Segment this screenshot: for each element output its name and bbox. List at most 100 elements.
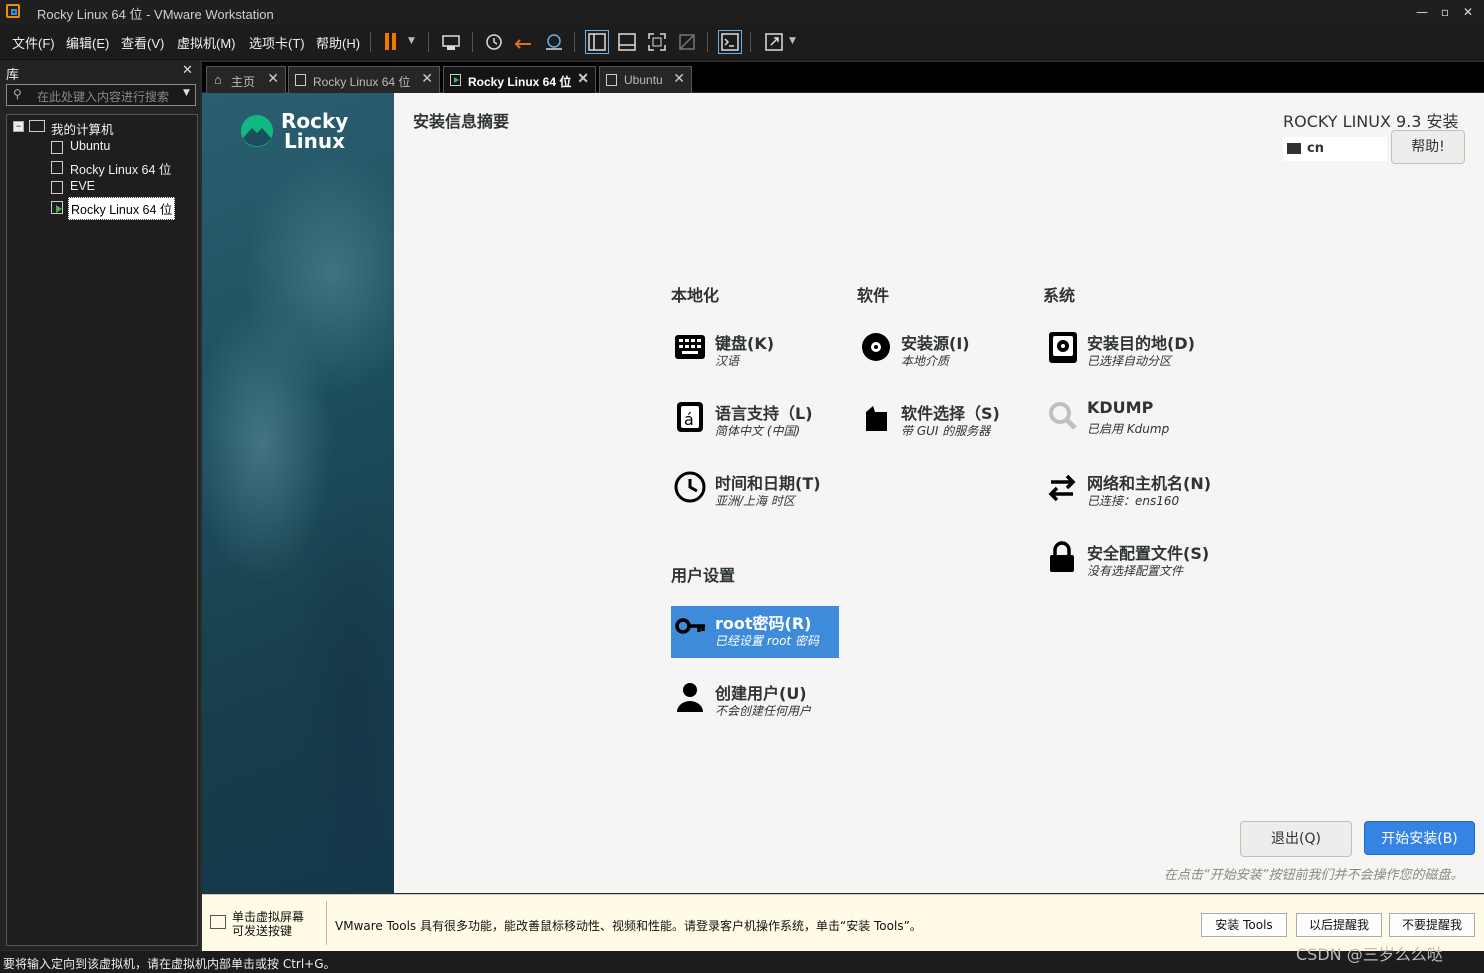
vmware-tools-bar: 单击虚拟屏幕 可发送按键 VMware Tools 具有很多功能，能改善鼠标移动… [202,894,1484,951]
unity-icon[interactable] [675,30,699,54]
library-search-input[interactable]: ⚲ 在此处键入内容进行搜索 ▼ [6,84,196,106]
brand-line1: Rocky [281,109,349,133]
product-title: ROCKY LINUX 9.3 安装 [1283,112,1459,131]
spoke-status: 已选择自动分区 [1087,354,1172,368]
help-button[interactable]: 帮助! [1391,130,1465,164]
quit-button[interactable]: 退出(Q) [1240,821,1352,857]
menu-help[interactable]: 帮助(H) [316,33,360,52]
snapshot-icon[interactable] [482,30,506,54]
menu-view[interactable]: 查看(V) [121,33,164,52]
section-system: 系统 [1043,286,1076,305]
package-icon [859,400,893,434]
menu-vm[interactable]: 虚拟机(M) [177,33,236,52]
user-icon [673,680,707,714]
remind-later-button[interactable]: 以后提醒我 [1296,913,1382,937]
tree-root-label: 我的计算机 [51,123,114,137]
hard-disk-icon [1045,330,1079,364]
spoke-security-profile[interactable]: 安全配置文件(S) 没有选择配置文件 [1043,536,1223,588]
menu-bar: 文件(F) 编辑(E) 查看(V) 虚拟机(M) 选项卡(T) 帮助(H) ▼ … [0,24,1484,60]
tab-label: Rocky Linux 64 位 [313,75,411,89]
spoke-title: 创建用户(U) [715,684,807,703]
collapse-icon[interactable]: − [13,121,24,132]
spoke-status: 简体中文 (中国) [715,424,801,438]
chevron-down-icon[interactable]: ▼ [408,36,415,46]
spoke-status: 已启用 Kdump [1087,422,1170,436]
keyboard-icon [210,915,226,929]
svg-text:á: á [684,410,694,429]
console-view-icon[interactable] [718,30,742,54]
spoke-software-selection[interactable]: 软件选择（S) 带 GUI 的服务器 [857,396,1037,448]
revert-snapshot-icon[interactable] [512,30,536,54]
tab-home[interactable]: ⌂ 主页 ✕ [206,66,286,93]
vm-running-icon [450,74,461,86]
spoke-keyboard[interactable]: 键盘(K) 汉语 [671,326,851,378]
close-icon[interactable]: ✕ [577,70,589,87]
toolbar-separator [370,32,371,52]
snapshot-manager-icon[interactable] [542,30,566,54]
search-placeholder: 在此处键入内容进行搜索 [37,90,170,104]
close-icon[interactable]: ✕ [182,63,193,78]
toolbar-separator [428,32,429,52]
chevron-down-icon[interactable]: ▼ [789,36,796,46]
spoke-language[interactable]: á 语言支持（L) 简体中文 (中国) [671,396,851,448]
spoke-install-source[interactable]: 安装源(I) 本地介质 [857,326,1037,378]
tree-item-label: Rocky Linux 64 位 [68,197,176,220]
spoke-title: 键盘(K) [715,334,775,353]
tab-label: 主页 [231,75,256,89]
stretch-view-icon[interactable] [762,30,786,54]
fullscreen-icon[interactable] [645,30,669,54]
spoke-create-user[interactable]: 创建用户(U) 不会创建任何用户 [671,676,851,728]
install-tools-button[interactable]: 安装 Tools [1201,913,1287,937]
keyboard-layout-indicator[interactable]: cn [1283,137,1387,161]
show-thumbnail-bar-icon[interactable] [615,30,639,54]
pause-icon[interactable] [380,30,404,54]
begin-installation-button[interactable]: 开始安装(B) [1364,821,1475,855]
spoke-root-password[interactable]: root密码(R) 已经设置 root 密码 [671,606,839,658]
spoke-title: root密码(R) [715,614,812,633]
disc-icon [859,330,893,364]
spoke-network[interactable]: 网络和主机名(N) 已连接：ens160 [1043,466,1223,518]
clock-icon [673,470,707,504]
close-icon[interactable]: ✕ [421,70,433,87]
tools-message: VMware Tools 具有很多功能，能改善鼠标移动性、视频和性能。请登录客户… [335,919,922,933]
spoke-title: 安装源(I) [901,334,970,353]
keyboard-layout-label: cn [1307,141,1324,156]
toolbar-separator [707,32,708,52]
section-user-settings: 用户设置 [671,566,736,585]
tab-bar: ⌂ 主页 ✕ Rocky Linux 64 位 ✕ Rocky Linux 64… [202,62,1484,93]
tree-item-label: Rocky Linux 64 位 [70,163,172,177]
page-title: 安装信息摘要 [413,112,510,131]
spoke-status: 亚洲/上海 时区 [715,494,795,508]
chevron-down-icon[interactable]: ▼ [183,88,190,98]
tab-label: Ubuntu [624,73,663,87]
send-ctrl-alt-del-icon[interactable] [440,30,464,54]
tab-ubuntu[interactable]: Ubuntu ✕ [599,66,692,93]
spoke-title: 软件选择（S) [901,404,1000,423]
spoke-kdump[interactable]: KDUMP 已启用 Kdump [1043,394,1223,446]
tab-rocky-active[interactable]: Rocky Linux 64 位 ✕ [443,66,596,93]
maximize-icon[interactable]: ▫ [1436,3,1454,21]
spoke-time[interactable]: 时间和日期(T) 亚洲/上海 时区 [671,466,851,518]
menu-edit[interactable]: 编辑(E) [66,33,109,52]
vm-icon [51,161,63,174]
keyboard-icon [1287,143,1301,154]
vm-icon [51,141,63,154]
menu-file[interactable]: 文件(F) [12,33,55,52]
spoke-title: 语言支持（L) [715,404,813,423]
network-arrows-icon [1045,470,1079,504]
close-icon[interactable]: ✕ [1459,3,1477,21]
show-library-icon[interactable] [585,30,609,54]
close-icon[interactable]: ✕ [267,70,279,87]
minimize-icon[interactable]: — [1413,3,1431,21]
home-icon: ⌂ [214,72,222,87]
never-remind-button[interactable]: 不要提醒我 [1389,913,1475,937]
menu-tabs[interactable]: 选项卡(T) [249,33,305,52]
computer-icon [29,120,45,132]
tab-label: Rocky Linux 64 位 [468,75,572,89]
spoke-install-destination[interactable]: 安装目的地(D) 已选择自动分区 [1043,326,1223,378]
window-title: Rocky Linux 64 位 - VMware Workstation [37,7,274,22]
vm-icon [295,74,306,86]
tab-rocky-1[interactable]: Rocky Linux 64 位 ✕ [288,66,440,93]
tools-hint-line2: 可发送按键 [232,924,293,938]
close-icon[interactable]: ✕ [673,70,685,87]
